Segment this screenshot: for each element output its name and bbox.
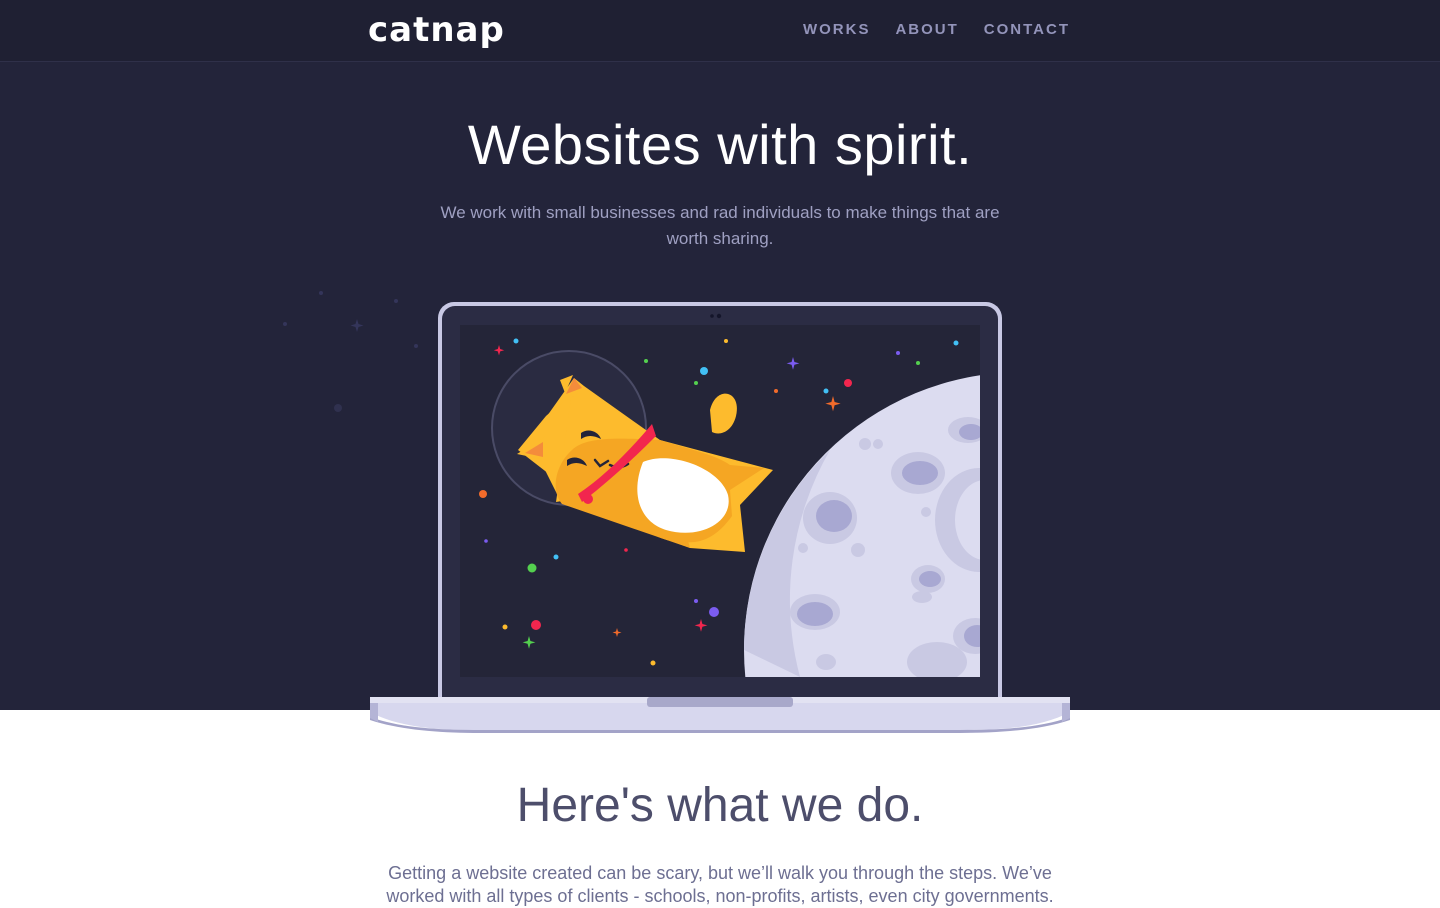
- main-nav: WORKS ABOUT CONTACT: [803, 21, 1070, 38]
- services-title: Here's what we do.: [516, 779, 924, 832]
- services-text: Getting a website created can be scary, …: [386, 863, 1054, 906]
- top-navbar: catnap WORKS ABOUT CONTACT: [0, 0, 1440, 62]
- hero-subheadline: We work with small businesses and rad in…: [440, 203, 1000, 248]
- hero-headline: Websites with spirit.: [467, 113, 973, 176]
- nav-link-about[interactable]: ABOUT: [895, 21, 958, 38]
- nav-link-contact[interactable]: CONTACT: [984, 21, 1070, 38]
- laptop-trackpad-notch: [647, 697, 793, 707]
- laptop-illustration: [370, 302, 1070, 733]
- nav-link-works[interactable]: WORKS: [803, 21, 871, 38]
- brand-logo[interactable]: catnap: [368, 10, 505, 50]
- laptop-base: [370, 703, 1070, 730]
